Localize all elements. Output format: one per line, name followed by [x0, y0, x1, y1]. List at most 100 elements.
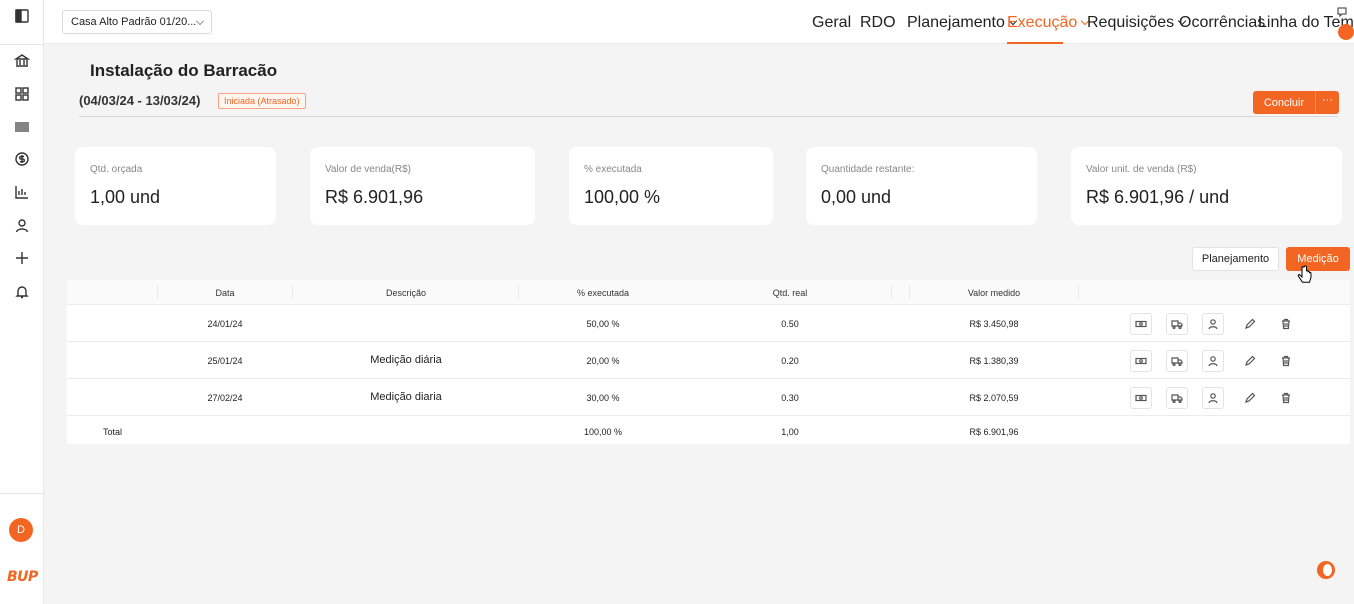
- measurements-table: Data Descrição % executada Qtd. real Val…: [67, 280, 1350, 444]
- chevron-down-icon: [195, 16, 205, 26]
- card-qtd-orcada: Qtd. orçada 1,00 und: [75, 147, 276, 225]
- date-range: (04/03/24 - 13/03/24): [79, 93, 201, 108]
- bell-icon[interactable]: [12, 282, 32, 302]
- user-icon[interactable]: [1202, 313, 1224, 335]
- trash-icon[interactable]: [1275, 350, 1297, 372]
- card-label: Qtd. orçada: [90, 164, 143, 175]
- card-percent-executada: % executada 100,00 %: [569, 147, 773, 225]
- cell-value: R$ 2.070,59: [969, 393, 1019, 403]
- user-icon[interactable]: [1202, 387, 1224, 409]
- user-icon[interactable]: [12, 216, 32, 236]
- status-badge: Iniciada (Atrasado): [218, 93, 306, 109]
- column-header-descricao: Descrição: [385, 288, 427, 298]
- cell-qty: 0.30: [781, 393, 799, 403]
- sidebar-divider: [0, 44, 44, 45]
- card-value: 1,00 und: [90, 187, 161, 207]
- trash-icon[interactable]: [1275, 387, 1297, 409]
- avatar[interactable]: D: [9, 518, 33, 542]
- table-total-row: Total 100,00 % 1,00 R$ 6.901,96: [67, 417, 1350, 444]
- table-row[interactable]: 24/01/24 50,00 % 0.50 R$ 3.450,98: [67, 305, 1350, 342]
- truck-icon[interactable]: [1166, 350, 1188, 372]
- card-value: 100,00 %: [584, 187, 661, 207]
- project-select[interactable]: Casa Alto Padrão 01/20...: [62, 10, 212, 34]
- chat-support-icon[interactable]: [1317, 561, 1335, 579]
- measurement-view-button[interactable]: Medição: [1286, 247, 1350, 271]
- sidebar-divider-bottom: [0, 493, 44, 494]
- dollar-icon[interactable]: [12, 149, 32, 169]
- cell-percent: 20,00 %: [586, 356, 620, 366]
- barcode-icon[interactable]: [12, 117, 32, 137]
- nav-geral[interactable]: Geral: [812, 14, 851, 32]
- cell-description: Medição diária: [370, 354, 442, 366]
- money-icon[interactable]: [1130, 313, 1152, 335]
- sidebar: D BUP: [0, 0, 44, 604]
- total-qty: 1,00: [781, 427, 799, 437]
- card-label: Valor de venda(R$): [325, 164, 411, 175]
- feedback-icon[interactable]: [1336, 6, 1348, 18]
- conclude-button-group: Concluir ···: [1253, 91, 1339, 114]
- top-bar: Casa Alto Padrão 01/20... Geral RDO Plan…: [44, 0, 1354, 44]
- more-options-button[interactable]: ···: [1315, 91, 1339, 114]
- header-divider: [79, 116, 1338, 117]
- column-divider: [157, 285, 158, 299]
- plus-icon[interactable]: [12, 248, 32, 268]
- column-divider: [1078, 285, 1079, 299]
- bar-chart-icon[interactable]: [12, 182, 32, 202]
- card-value: 0,00 und: [821, 187, 892, 207]
- cell-qty: 0.20: [781, 356, 799, 366]
- nav-active-underline: [1007, 42, 1063, 44]
- brand-logo: BUP: [7, 569, 38, 585]
- nav-ocorrencias[interactable]: Ocorrências: [1179, 14, 1265, 32]
- notification-bubble-icon[interactable]: [1338, 24, 1354, 40]
- total-label: Total: [103, 427, 123, 437]
- column-header-percent: % executada: [576, 288, 630, 298]
- cell-date: 27/02/24: [207, 393, 243, 403]
- column-divider: [909, 285, 910, 299]
- cell-percent: 30,00 %: [586, 393, 620, 403]
- page-title: Instalação do Barracão: [90, 61, 278, 80]
- sidebar-toggle-icon[interactable]: [12, 6, 32, 26]
- card-value: R$ 6.901,96 / und: [1086, 187, 1230, 207]
- table-row[interactable]: 25/01/24 Medição diária 20,00 % 0.20 R$ …: [67, 342, 1350, 379]
- conclude-button[interactable]: Concluir: [1253, 97, 1315, 109]
- column-header-data: Data: [215, 288, 235, 298]
- cell-percent: 50,00 %: [586, 319, 620, 329]
- truck-icon[interactable]: [1166, 313, 1188, 335]
- planning-view-button[interactable]: Planejamento: [1192, 247, 1279, 271]
- table-header: Data Descrição % executada Qtd. real Val…: [67, 280, 1350, 305]
- dashboard-grid-icon[interactable]: [12, 84, 32, 104]
- card-quantidade-restante: Quantidade restante: 0,00 und: [806, 147, 1037, 225]
- truck-icon[interactable]: [1166, 387, 1188, 409]
- cell-description: Medição diaria: [370, 391, 442, 403]
- edit-icon[interactable]: [1239, 313, 1261, 335]
- card-valor-venda: Valor de venda(R$) R$ 6.901,96: [310, 147, 535, 225]
- project-select-value: Casa Alto Padrão 01/20...: [71, 16, 197, 28]
- column-divider: [891, 285, 892, 299]
- money-icon[interactable]: [1130, 387, 1152, 409]
- edit-icon[interactable]: [1239, 387, 1261, 409]
- card-label: % executada: [584, 164, 642, 175]
- column-header-valor-medido: Valor medido: [967, 288, 1021, 298]
- edit-icon[interactable]: [1239, 350, 1261, 372]
- card-value: R$ 6.901,96: [325, 187, 424, 207]
- nav-requisicoes[interactable]: Requisições: [1087, 14, 1187, 32]
- cell-qty: 0.50: [781, 319, 799, 329]
- bank-icon[interactable]: [12, 51, 32, 71]
- column-header-qtd-real: Qtd. real: [772, 288, 808, 298]
- user-icon[interactable]: [1202, 350, 1224, 372]
- nav-execucao[interactable]: Execução: [1007, 14, 1090, 32]
- nav-rdo[interactable]: RDO: [860, 14, 896, 32]
- cell-date: 25/01/24: [207, 356, 243, 366]
- card-label: Quantidade restante:: [821, 164, 915, 175]
- column-divider: [292, 285, 293, 299]
- cell-value: R$ 1.380,39: [969, 356, 1019, 366]
- column-divider: [518, 285, 519, 299]
- nav-planejamento[interactable]: Planejamento: [907, 14, 1018, 32]
- money-icon[interactable]: [1130, 350, 1152, 372]
- trash-icon[interactable]: [1275, 313, 1297, 335]
- card-label: Valor unit. de venda (R$): [1086, 164, 1197, 175]
- total-value: R$ 6.901,96: [969, 427, 1019, 437]
- cell-date: 24/01/24: [207, 319, 243, 329]
- hand-cursor-icon: [1297, 265, 1312, 283]
- table-row[interactable]: 27/02/24 Medição diaria 30,00 % 0.30 R$ …: [67, 379, 1350, 416]
